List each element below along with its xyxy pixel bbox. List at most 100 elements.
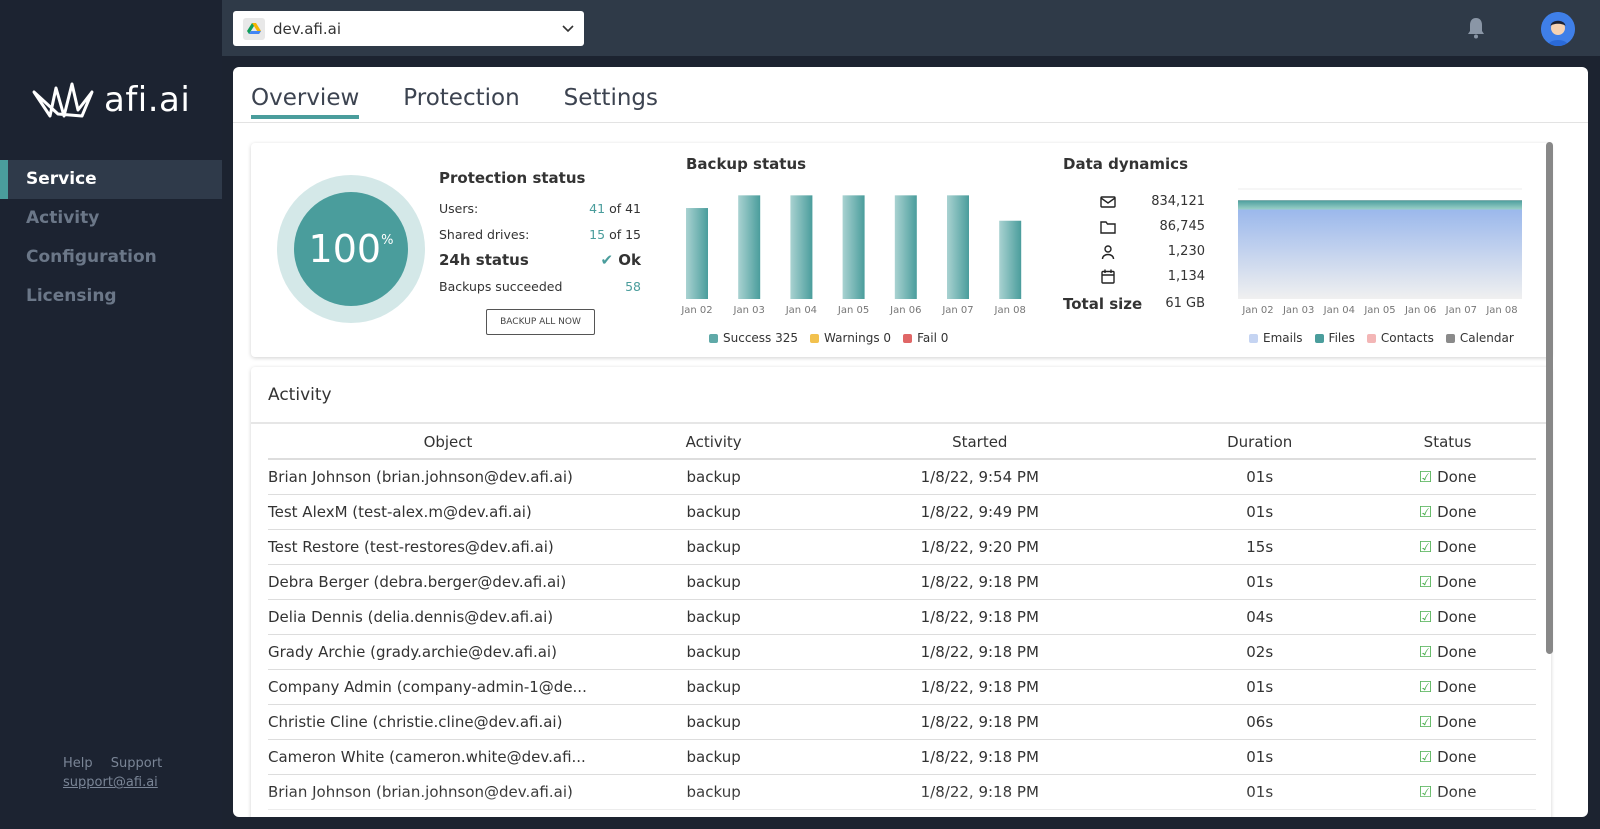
backup-status-title: Backup status [686,155,807,173]
succeeded-value[interactable]: 58 [625,279,641,294]
table-row[interactable]: Grady Archie (grady.archie@dev.afi.ai) b… [268,634,1536,670]
drives-value[interactable]: 15 [589,227,605,242]
cell-duration: 01s [1160,564,1360,600]
cell-started: 1/8/22, 9:18 PM [799,634,1161,670]
drives-total: of 15 [609,226,641,242]
x-tick-label: Jan 04 [785,305,818,316]
cell-started: 1/8/22, 9:18 PM [799,564,1161,600]
column-header-started[interactable]: Started [799,425,1161,460]
legend-warnings[interactable]: Warnings 0 [810,331,891,345]
backup-all-now-button[interactable]: BACKUP ALL NOW [486,309,595,335]
area-emails[interactable] [1238,209,1522,299]
bell-icon[interactable] [1467,17,1485,43]
cell-started: 1/8/22, 9:18 PM [799,739,1161,775]
users-row: Users: 41 of 41 [439,195,641,221]
tab-bar: Overview Protection Settings [251,85,658,119]
x-tick-label: Jan 08 [994,305,1026,316]
table-row[interactable]: Test AlexM (test-alex.m@dev.afi.ai) back… [268,494,1536,530]
bar-jan-08[interactable] [999,220,1022,299]
files-count: 86,745 [1159,219,1206,234]
table-header-row: Object Activity Started Duration Status [268,425,1536,460]
legend-files[interactable]: Files [1314,331,1355,345]
total-size-label: Total size [1063,294,1143,313]
legend-calendar[interactable]: Calendar [1445,331,1514,345]
bar-jan-03[interactable] [738,195,761,299]
table-row[interactable]: Debra Berger (debra.berger@dev.afi.ai) b… [268,564,1536,600]
cell-duration: 01s [1160,739,1360,775]
tenant-selector[interactable]: dev.afi.ai [233,11,584,46]
folder-icon [1093,220,1123,234]
sidebar-item-licensing[interactable]: Licensing [0,277,222,316]
sidebar-item-service[interactable]: Service [0,160,222,199]
cell-status: ☑Done [1359,599,1536,635]
x-tick-label: Jan 06 [890,305,922,316]
users-value[interactable]: 41 [589,201,605,216]
column-header-status[interactable]: Status [1359,425,1536,460]
cell-activity: backup [628,564,800,600]
bar-jan-05[interactable] [842,195,865,299]
users-total: of 41 [609,200,641,216]
column-header-activity[interactable]: Activity [628,425,800,460]
table-row[interactable]: Delia Dennis (delia.dennis@dev.afi.ai) b… [268,599,1536,635]
bar-jan-04[interactable] [790,195,813,299]
legend-contacts[interactable]: Contacts [1366,331,1434,345]
table-row[interactable]: Company Admin (company-admin-1@de... bac… [268,669,1536,705]
cell-started: 1/8/22, 9:49 PM [799,494,1161,530]
cell-activity: backup [628,494,800,530]
cell-status: ☑Done [1359,634,1536,670]
x-tick-label: Jan 02 [681,305,713,316]
scrollbar-thumb[interactable] [1546,142,1553,654]
legend-fail[interactable]: Fail 0 [903,331,948,345]
status-text: Done [1437,537,1477,556]
table-row[interactable]: Brian Johnson (brian.johnson@dev.afi.ai)… [268,459,1536,495]
logo-text: afi.ai [104,80,191,120]
tab-overview[interactable]: Overview [251,85,360,119]
sidebar-item-configuration[interactable]: Configuration [0,238,222,277]
chevron-down-icon [562,22,574,36]
table-row[interactable]: Cameron White (cameron.white@dev.afi... … [268,739,1536,775]
cell-status: ☑Done [1359,494,1536,530]
support-link[interactable]: Support [111,756,162,771]
cell-status: ☑Done [1359,739,1536,775]
calendar-count-row: 1,134 [1063,264,1205,289]
legend-emails[interactable]: Emails [1249,331,1303,345]
tab-protection[interactable]: Protection [403,85,519,119]
sidebar-item-activity[interactable]: Activity [0,199,222,238]
cell-started: 1/8/22, 9:20 PM [799,529,1161,565]
summary-card: 100% Protection status Users: 41 of 41 S… [251,143,1551,357]
status-text: Done [1437,467,1477,486]
legend-success[interactable]: Success 325 [709,331,798,345]
bar-jan-02[interactable] [686,208,708,299]
cell-duration: 04s [1160,599,1360,635]
table-row[interactable]: Test Restore (test-restores@dev.afi.ai) … [268,529,1536,565]
cell-object: Test AlexM (test-alex.m@dev.afi.ai) [268,494,628,530]
topbar: dev.afi.ai [222,0,1600,56]
cell-status: ☑Done [1359,459,1536,495]
cell-started: 1/8/22, 9:54 PM [799,459,1161,495]
calendar-count: 1,134 [1167,269,1205,284]
avatar[interactable] [1541,12,1575,46]
status-value: Ok [618,251,641,269]
total-size-value: 61 GB [1165,296,1205,311]
checkbox-checked-icon: ☑ [1418,607,1433,626]
cell-duration: 01s [1160,459,1360,495]
support-email-link[interactable]: support@afi.ai [63,775,176,790]
activity-card: Activity Object Activity Started Duratio… [251,367,1551,817]
contacts-count-row: 1,230 [1063,239,1205,264]
shared-drives-row: Shared drives: 15 of 15 [439,221,641,247]
checkbox-checked-icon: ☑ [1418,537,1433,556]
cell-object: Cameron White (cameron.white@dev.afi... [268,739,628,775]
percent-sign: % [381,232,394,248]
afi-logo[interactable]: afi.ai [32,80,190,120]
emails-count: 834,121 [1151,194,1205,209]
tab-settings[interactable]: Settings [564,85,658,119]
bar-jan-06[interactable] [894,195,917,299]
table-row[interactable]: Christie Cline (christie.cline@dev.afi.a… [268,704,1536,740]
status-text: Done [1437,677,1477,696]
column-header-duration[interactable]: Duration [1160,425,1360,460]
column-header-object[interactable]: Object [268,425,628,460]
help-link[interactable]: Help [63,756,93,771]
area-files[interactable] [1238,200,1522,210]
bar-jan-07[interactable] [947,195,969,299]
cell-activity: backup [628,739,800,775]
